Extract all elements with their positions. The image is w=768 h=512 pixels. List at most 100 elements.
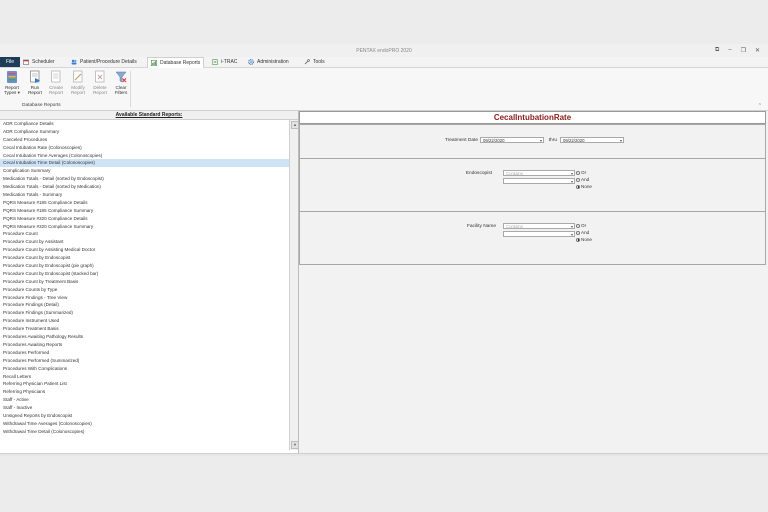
- report-list-item[interactable]: Procedure Instrument Used: [0, 317, 289, 325]
- scroll-down-icon[interactable]: ▼: [291, 441, 299, 449]
- radio-indicator: [576, 237, 580, 242]
- menu-tools[interactable]: Tools: [304, 57, 325, 67]
- report-types-button[interactable]: Report Types ▾: [2, 70, 22, 95]
- endoscopist-none-radio[interactable]: None: [576, 184, 592, 189]
- delete-report-button[interactable]: Delete Report: [90, 70, 110, 95]
- report-list-item[interactable]: Procedure Count by Assistant: [0, 238, 289, 246]
- report-list-item[interactable]: Procedures Performed (Summarized): [0, 357, 289, 365]
- report-list-item[interactable]: Recall Letters: [0, 373, 289, 381]
- report-list-item[interactable]: Procedures Awaiting Pathology Results: [0, 333, 289, 341]
- treatment-date-to-field[interactable]: 09/22/2020 ▾: [560, 137, 624, 143]
- report-list-item[interactable]: Medication Totals - Detail (sorted by En…: [0, 175, 289, 183]
- report-list-item[interactable]: Staff - Active: [0, 396, 289, 404]
- facility-and-radio[interactable]: And: [576, 230, 589, 235]
- calendar-dropdown-icon[interactable]: ▾: [620, 138, 622, 144]
- status-bar: [0, 453, 768, 456]
- report-list-item[interactable]: PQRS Measure #185 Compliance Details: [0, 199, 289, 207]
- report-list-item[interactable]: Withdrawal Time Detail (Colonoscopies): [0, 428, 289, 436]
- report-list-item[interactable]: Complication Summary: [0, 167, 289, 175]
- menu-bar: File Scheduler Patient/Procedure Details…: [0, 57, 768, 68]
- report-list-item[interactable]: ADR Compliance Summary: [0, 128, 289, 136]
- report-chart-icon: [151, 60, 158, 67]
- report-list-item[interactable]: Referring Physicians: [0, 388, 289, 396]
- ribbon-group-label: Database Reports: [22, 103, 61, 108]
- radio-indicator: [576, 184, 580, 189]
- treatment-date-section: Treatment Date 09/22/2020 ▾ thru 09/22/20…: [299, 124, 766, 160]
- window-controls: ⧉ – ❐ ✕: [715, 47, 760, 54]
- report-list-item[interactable]: Procedure Treatment Basis: [0, 325, 289, 333]
- report-list-item[interactable]: PQRS Measure #185 Compliance Summary: [0, 207, 289, 215]
- chevron-down-icon: ▾: [570, 224, 573, 229]
- report-list-item[interactable]: Procedure Count: [0, 230, 289, 238]
- menu-itrac[interactable]: i-TRAC: [212, 57, 237, 67]
- report-list-item[interactable]: ADR Compliance Details: [0, 120, 289, 128]
- ribbon-collapse-icon[interactable]: ⌃: [758, 103, 762, 109]
- report-list: ADR Compliance Details ADR Compliance Sum…: [0, 120, 289, 450]
- report-list-item[interactable]: Cecal Intubation Rate (Colonoscopies): [0, 144, 289, 152]
- menu-file[interactable]: File: [0, 57, 20, 67]
- report-list-item[interactable]: Medication Totals - Summary: [0, 191, 289, 199]
- report-list-item[interactable]: Staff - Inactive: [0, 404, 289, 412]
- available-reports-header: Available Standard Reports:: [0, 111, 298, 120]
- report-list-item[interactable]: Procedure Count by Endoscopist (stacked …: [0, 270, 289, 278]
- menu-scheduler[interactable]: Scheduler: [23, 57, 55, 67]
- report-list-item[interactable]: Procedures With Complications: [0, 365, 289, 373]
- facility-match-select[interactable]: Contains ▾: [503, 223, 575, 229]
- scroll-up-icon[interactable]: ▲: [291, 121, 299, 129]
- report-list-item[interactable]: Unsigned Reports by Endoscopist: [0, 412, 289, 420]
- facility-section: Facility Name Contains ▾ ▾ Or And None: [299, 211, 766, 265]
- clipboard-icon: [212, 59, 218, 65]
- report-title: CecalIntubationRate: [299, 111, 766, 124]
- clear-filters-icon: [115, 70, 127, 84]
- facility-or-radio[interactable]: Or: [576, 223, 586, 228]
- modify-report-button[interactable]: Modify Report: [68, 70, 88, 95]
- clear-filters-button[interactable]: Clear Filters: [111, 70, 131, 95]
- report-list-item[interactable]: PQRS Measure #320 Compliance Details: [0, 215, 289, 223]
- run-report-button[interactable]: Run Report: [25, 70, 45, 95]
- report-list-item[interactable]: Cecal Intubation Time Detail (Colonoscop…: [0, 159, 289, 168]
- wrench-icon: [304, 59, 310, 65]
- create-report-icon: [50, 70, 62, 84]
- report-list-item[interactable]: Procedure Count by Treatment Basis: [0, 278, 289, 286]
- facility-none-radio[interactable]: None: [576, 237, 592, 242]
- chevron-down-icon: ▾: [570, 232, 573, 237]
- facility-value-select[interactable]: ▾: [503, 231, 575, 237]
- radio-indicator: [576, 223, 580, 228]
- treatment-date-label: Treatment Date: [444, 138, 478, 143]
- report-list-item[interactable]: Medication Totals - Detail (sorted by Me…: [0, 183, 289, 191]
- report-list-item[interactable]: Procedures Awaiting Reports: [0, 341, 289, 349]
- report-list-item[interactable]: Procedure Counts by Type: [0, 286, 289, 294]
- endoscopist-and-radio[interactable]: And: [576, 177, 589, 182]
- report-list-item[interactable]: Procedures Performed: [0, 349, 289, 357]
- menu-patient-procedure-details[interactable]: Patient/Procedure Details: [71, 57, 137, 67]
- calendar-dropdown-icon[interactable]: ▾: [540, 138, 542, 144]
- close-icon[interactable]: ✕: [755, 47, 760, 54]
- create-report-button[interactable]: Create Report: [46, 70, 66, 95]
- report-list-item[interactable]: Procedure Count by Assisting Medical Doc…: [0, 246, 289, 254]
- report-list-item[interactable]: Referring Physician Patient List: [0, 380, 289, 388]
- report-list-item[interactable]: Procedure Count by Endoscopist: [0, 254, 289, 262]
- minimize-icon[interactable]: –: [728, 47, 731, 54]
- facility-name-label: Facility Name: [466, 224, 496, 229]
- menu-administration[interactable]: Administration: [248, 57, 289, 67]
- report-list-item[interactable]: PQRS Measure #320 Compliance Summary: [0, 223, 289, 231]
- report-list-item[interactable]: Procedure Findings (Summarized): [0, 309, 289, 317]
- report-list-item[interactable]: Canceled Procedures: [0, 136, 289, 144]
- endoscopist-or-radio[interactable]: Or: [576, 170, 586, 175]
- report-list-item[interactable]: Withdrawal Time Averages (Colonoscopies): [0, 420, 289, 428]
- menu-database-reports[interactable]: Database Reports: [147, 57, 205, 68]
- report-list-item[interactable]: Procedure Findings - Tree View: [0, 294, 289, 302]
- report-list-scrollbar[interactable]: ▲ ▼: [289, 120, 299, 450]
- modify-report-icon: [72, 70, 84, 84]
- title-bar: PENTAX endoPRO 2020 ⧉ – ❐ ✕: [0, 44, 768, 57]
- maximize-icon[interactable]: ❐: [741, 47, 746, 54]
- report-list-item[interactable]: Procedure Findings (Detail): [0, 301, 289, 309]
- endoscopist-value-select[interactable]: ▾: [503, 178, 575, 184]
- report-list-item[interactable]: Cecal Intubation Time Averages (Colonosc…: [0, 152, 289, 160]
- report-list-item[interactable]: Procedure Count by Endoscopist (pie grap…: [0, 262, 289, 270]
- restore-layout-icon[interactable]: ⧉: [715, 47, 719, 54]
- window-title: PENTAX endoPRO 2020: [356, 48, 412, 54]
- available-reports-panel: Available Standard Reports: ADR Complian…: [0, 111, 299, 453]
- treatment-date-from-field[interactable]: 09/22/2020 ▾: [480, 137, 544, 143]
- endoscopist-match-select[interactable]: Contains ▾: [503, 170, 575, 176]
